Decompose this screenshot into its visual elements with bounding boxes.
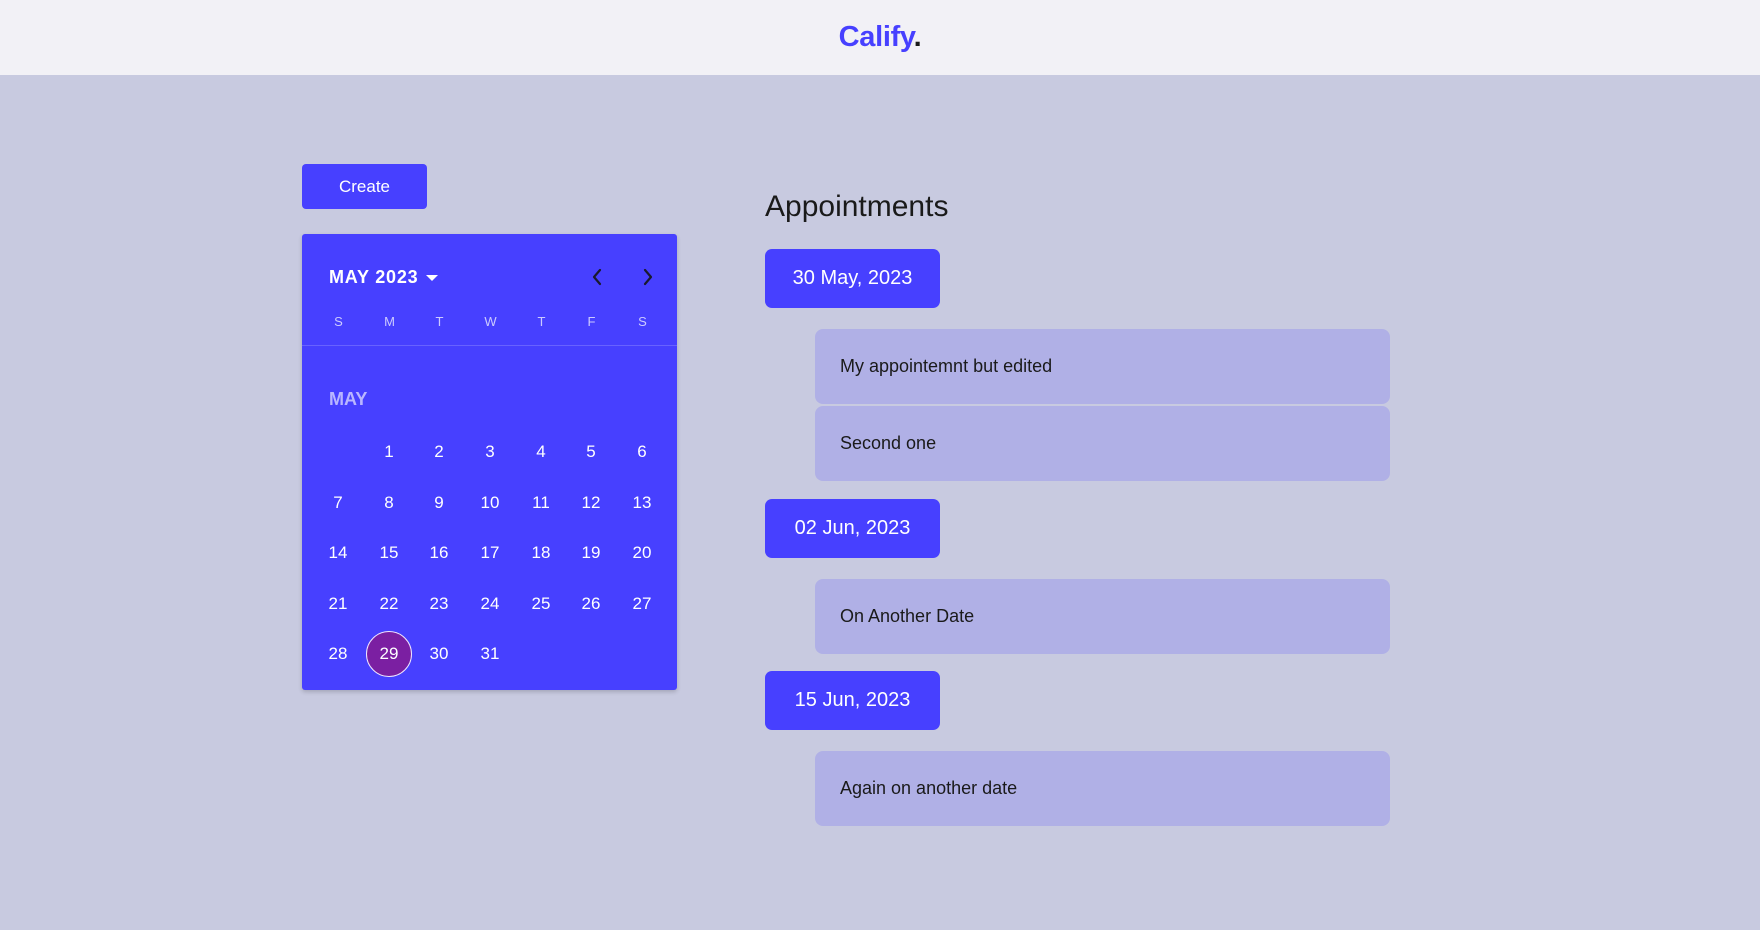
calendar-day[interactable]: 12: [568, 480, 614, 526]
chevron-right-icon: [643, 268, 653, 286]
calendar-day[interactable]: 30: [416, 631, 462, 677]
calendar-day[interactable]: 27: [619, 581, 665, 627]
calendar-header: MAY 2023: [329, 262, 659, 292]
calendar-day[interactable]: 16: [416, 530, 462, 576]
next-month-button[interactable]: [633, 262, 663, 292]
create-button[interactable]: Create: [302, 164, 427, 209]
calendar-day[interactable]: 22: [366, 581, 412, 627]
weekday-header-row: SMTWTFS: [302, 314, 677, 346]
calendar-day[interactable]: 10: [467, 480, 513, 526]
chevron-left-icon: [592, 268, 602, 286]
calendar-day[interactable]: 1: [366, 429, 412, 475]
appointment-date-header[interactable]: 30 May, 2023: [765, 249, 940, 308]
calendar-day[interactable]: 14: [315, 530, 361, 576]
appointment-item[interactable]: Again on another date: [815, 751, 1390, 826]
calendar-day[interactable]: 19: [568, 530, 614, 576]
calendar-day[interactable]: 25: [518, 581, 564, 627]
caret-down-icon[interactable]: [426, 275, 439, 281]
date-picker-calendar: MAY 2023 SMTWTFS MAY 1 2 3 4 5 6 7 8 9 10 11 12 13 14…: [302, 234, 677, 690]
calendar-month-caption: MAY: [329, 389, 368, 409]
calendar-day[interactable]: 23: [416, 581, 462, 627]
calendar-day[interactable]: 26: [568, 581, 614, 627]
calendar-day[interactable]: 24: [467, 581, 513, 627]
weekday-label: F: [587, 314, 596, 329]
calendar-day[interactable]: 3: [467, 429, 513, 475]
appointment-date-header[interactable]: 02 Jun, 2023: [765, 499, 940, 558]
weekday-label: T: [435, 314, 444, 329]
calendar-day[interactable]: 15: [366, 530, 412, 576]
calendar-day[interactable]: 28: [315, 631, 361, 677]
calendar-day[interactable]: 18: [518, 530, 564, 576]
calendar-day-selected[interactable]: 29: [366, 631, 412, 677]
calendar-day[interactable]: 21: [315, 581, 361, 627]
calendar-day[interactable]: 13: [619, 480, 665, 526]
calendar-day[interactable]: 4: [518, 429, 564, 475]
weekday-label: M: [384, 314, 395, 329]
calendar-day[interactable]: 20: [619, 530, 665, 576]
calendar-day[interactable]: 8: [366, 480, 412, 526]
calendar-day[interactable]: 7: [315, 480, 361, 526]
logo-text: Calify: [838, 21, 914, 53]
appointment-item[interactable]: Second one: [815, 406, 1390, 481]
calendar-day[interactable]: 11: [518, 480, 564, 526]
calendar-day[interactable]: 9: [416, 480, 462, 526]
appointment-item[interactable]: On Another Date: [815, 579, 1390, 654]
app-header: Calify.: [0, 0, 1760, 75]
month-year-selector[interactable]: MAY 2023: [329, 267, 418, 288]
weekday-label: S: [334, 314, 343, 329]
calendar-day[interactable]: 6: [619, 429, 665, 475]
calendar-day[interactable]: 31: [467, 631, 513, 677]
appointments-title: Appointments: [765, 190, 949, 223]
appointment-item[interactable]: My appointemnt but edited: [815, 329, 1390, 404]
calendar-day[interactable]: 5: [568, 429, 614, 475]
calendar-day[interactable]: 17: [467, 530, 513, 576]
weekday-label: W: [484, 314, 497, 329]
appointment-date-header[interactable]: 15 Jun, 2023: [765, 671, 940, 730]
app-logo[interactable]: Calify.: [839, 21, 922, 54]
weekday-label: S: [638, 314, 647, 329]
logo-dot: .: [913, 21, 922, 53]
previous-month-button[interactable]: [582, 262, 612, 292]
weekday-label: T: [537, 314, 546, 329]
calendar-day[interactable]: 2: [416, 429, 462, 475]
